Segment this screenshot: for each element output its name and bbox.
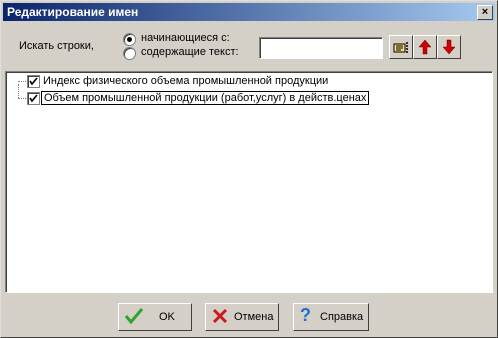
find-hand-icon xyxy=(393,42,408,53)
search-input[interactable] xyxy=(259,37,383,59)
arrow-down-icon xyxy=(442,39,456,55)
list-item[interactable]: Индекс физического объема промышленной п… xyxy=(43,75,328,87)
checkmark-icon xyxy=(125,308,143,324)
move-down-button[interactable] xyxy=(437,35,461,59)
search-label: Искать строки, xyxy=(19,40,94,52)
list-item-selected[interactable]: Объем промышленной продукции (работ,услу… xyxy=(41,91,370,105)
radio-selected-dot xyxy=(127,37,132,42)
item-checkbox[interactable] xyxy=(27,75,40,88)
help-button[interactable]: ? Справка xyxy=(293,303,369,331)
radio-starts-with[interactable] xyxy=(123,33,136,46)
cancel-button[interactable]: Отмена xyxy=(205,303,279,331)
ok-label: OK xyxy=(159,311,175,323)
items-tree[interactable]: Индекс физического объема промышленной п… xyxy=(5,71,493,293)
cross-icon xyxy=(212,308,228,324)
radio-contains-label: содержащие текст: xyxy=(141,46,239,58)
title-bar[interactable]: Редактирование имен × xyxy=(3,3,495,21)
move-up-button[interactable] xyxy=(413,35,437,59)
item-checkbox[interactable] xyxy=(27,92,40,105)
radio-starts-with-label: начинающиеся с: xyxy=(141,32,230,44)
help-label: Справка xyxy=(320,311,364,323)
tree-connector xyxy=(18,84,19,98)
checkmark-icon xyxy=(29,94,38,103)
radio-contains[interactable] xyxy=(123,47,136,60)
window-title: Редактирование имен xyxy=(7,5,139,19)
dialog-window: Редактирование имен × Искать строки, нач… xyxy=(0,0,498,338)
cancel-label: Отмена xyxy=(234,311,274,323)
find-button[interactable] xyxy=(389,35,413,59)
close-button[interactable]: × xyxy=(477,5,493,20)
arrow-up-icon xyxy=(418,39,432,55)
checkmark-icon xyxy=(29,77,38,86)
ok-button[interactable]: OK xyxy=(118,303,192,331)
question-icon: ? xyxy=(300,305,311,325)
